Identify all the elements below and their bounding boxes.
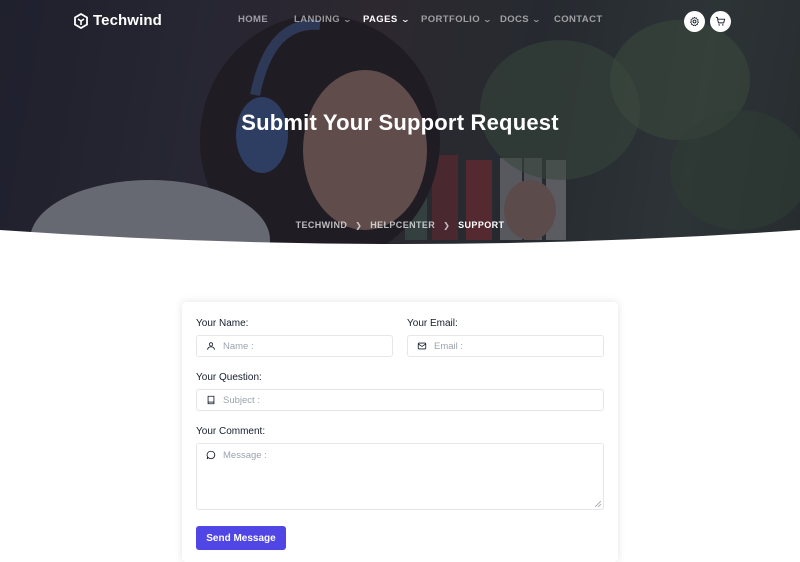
logo-icon	[74, 12, 88, 29]
user-icon	[207, 342, 215, 350]
chevron-down-icon: ⌄	[482, 14, 493, 24]
breadcrumb-current: SUPPORT	[458, 220, 505, 230]
nav-item-home[interactable]: HOME	[238, 14, 294, 25]
message-textarea[interactable]: Message :	[196, 443, 604, 510]
nav-item-label: PORTFOLIO	[421, 14, 481, 25]
name-label: Your Name:	[196, 318, 249, 329]
nav-item-portfolio[interactable]: PORTFOLIO ⌄	[421, 14, 500, 25]
logo[interactable]: Techwind	[73, 12, 162, 29]
name-placeholder: Name :	[223, 340, 254, 352]
breadcrumb-item[interactable]: HELPCENTER	[370, 220, 435, 230]
resize-handle-icon[interactable]	[595, 501, 601, 507]
chevron-down-icon: ⌄	[531, 14, 542, 24]
chevron-down-icon: ⌄	[342, 14, 353, 24]
subject-field[interactable]: Subject :	[196, 389, 604, 411]
hero-curve	[0, 230, 800, 260]
nav-item-contact[interactable]: CONTACT	[554, 14, 614, 25]
email-placeholder: Email :	[434, 340, 464, 352]
top-navbar: Techwind HOME LANDING ⌄ PAGES ⌄ PORTFOLI…	[0, 0, 800, 44]
message-circle-icon	[206, 450, 216, 460]
settings-button[interactable]	[684, 11, 705, 32]
chevron-down-icon: ⌄	[400, 14, 411, 24]
subject-placeholder: Subject :	[223, 394, 260, 406]
settings-icon	[690, 16, 699, 27]
page-title: Submit Your Support Request	[241, 110, 559, 135]
support-form-card: Your Name: Name : Your Email: Email : Yo…	[182, 302, 618, 562]
nav-item-pages[interactable]: PAGES ⌄	[363, 14, 421, 25]
nav-item-label: CONTACT	[554, 14, 603, 25]
send-message-button[interactable]: Send Message	[196, 526, 286, 550]
breadcrumb-item[interactable]: TECHWIND	[296, 220, 348, 230]
comment-label: Your Comment:	[196, 426, 266, 437]
main-menu: HOME LANDING ⌄ PAGES ⌄ PORTFOLIO ⌄ DOCS …	[238, 14, 614, 25]
brand-name: Techwind	[93, 12, 162, 29]
cart-button[interactable]	[710, 11, 731, 32]
chevron-right-icon: ❯	[355, 221, 363, 230]
name-field[interactable]: Name :	[196, 335, 393, 357]
nav-item-label: HOME	[238, 14, 269, 25]
email-field[interactable]: Email :	[407, 335, 604, 357]
chevron-right-icon: ❯	[443, 221, 451, 230]
nav-item-label: DOCS	[500, 14, 530, 25]
mail-icon	[417, 342, 427, 350]
nav-item-label: LANDING	[294, 14, 341, 25]
nav-item-landing[interactable]: LANDING ⌄	[294, 14, 363, 25]
message-placeholder: Message :	[223, 450, 267, 461]
book-icon	[207, 395, 215, 405]
nav-item-docs[interactable]: DOCS ⌄	[500, 14, 554, 25]
nav-item-label: PAGES	[363, 14, 398, 25]
cart-icon	[715, 16, 726, 26]
question-label: Your Question:	[196, 372, 262, 383]
breadcrumb: TECHWIND ❯ HELPCENTER ❯ SUPPORT	[0, 220, 800, 230]
email-label: Your Email:	[407, 318, 458, 329]
